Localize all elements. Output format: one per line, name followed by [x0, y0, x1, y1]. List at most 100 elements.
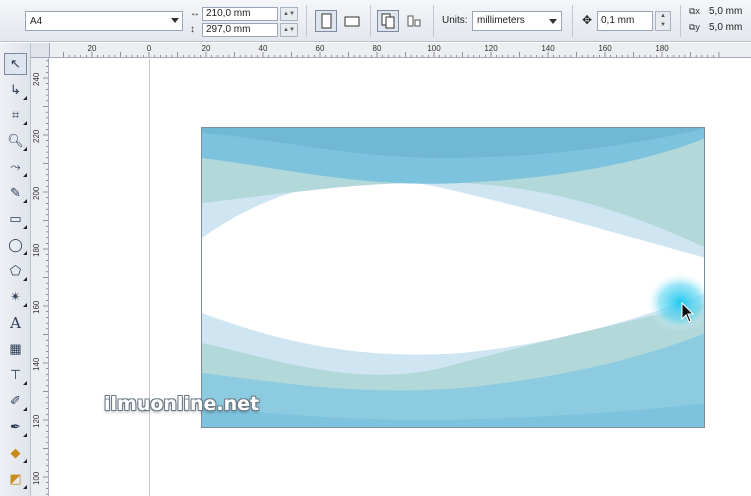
rectangle-tool-button[interactable]: ▭ — [4, 208, 27, 230]
crop-tool-button[interactable]: ⌗ — [4, 104, 27, 126]
current-page-button[interactable] — [403, 10, 425, 32]
ruler-label: 100 — [32, 471, 41, 485]
ruler-label: 240 — [32, 72, 41, 86]
flyout-arrow — [23, 459, 27, 463]
polygon-tool-button[interactable]: ⬠ — [4, 260, 27, 282]
separator — [433, 5, 434, 37]
nudge-distance-input[interactable]: 0,1 mm — [597, 11, 653, 31]
freehand-tool-button[interactable]: ⤳ — [4, 156, 27, 178]
ruler-label: 140 — [541, 44, 555, 53]
smart-fill-tool-button[interactable]: ✎ — [4, 182, 27, 204]
ellipse-tool-button[interactable]: ◯ — [4, 234, 27, 256]
all-pages-icon — [381, 13, 395, 29]
freehand-icon: ⤳ — [10, 159, 21, 174]
ruler-label: 100 — [427, 44, 441, 53]
page-border — [149, 59, 150, 496]
current-page-icon — [407, 15, 421, 27]
vertical-ruler[interactable]: 240 220 200 180 160 140 120 100 — [31, 58, 49, 496]
shape-tool-button[interactable]: ↳ — [4, 79, 27, 101]
all-pages-button[interactable] — [377, 10, 399, 32]
duplicate-y-icon: ⧉y — [689, 22, 700, 32]
separator — [370, 5, 371, 37]
units-select[interactable]: millimeters — [472, 11, 562, 31]
eyedropper-tool-button[interactable]: ✐ — [4, 390, 27, 412]
ruler-label: 20 — [201, 44, 211, 53]
flyout-arrow — [23, 199, 27, 203]
height-spinner[interactable]: ▲▼ — [280, 22, 298, 37]
duplicate-y-row: ⧉y 5,0 mm — [689, 22, 742, 33]
ruler-label: 120 — [484, 44, 498, 53]
flyout-arrow — [23, 485, 27, 489]
ruler-label: 160 — [598, 44, 612, 53]
ruler-label: 180 — [32, 243, 41, 257]
flyout-arrow — [23, 277, 27, 281]
interactive-fill-icon: ◩ — [9, 471, 22, 486]
dimension-icon: ⊤ — [9, 367, 22, 382]
watermark-text: ilmuonline.net — [104, 393, 260, 415]
flyout-arrow — [23, 147, 27, 151]
landscape-button[interactable] — [341, 10, 363, 32]
units-value: millimeters — [477, 15, 525, 26]
page-height-input[interactable]: 297,0 mm — [202, 22, 278, 37]
ruler-origin[interactable] — [31, 43, 50, 58]
magnifier-icon: 🔍︎ — [7, 133, 24, 148]
business-card-design[interactable] — [201, 127, 705, 428]
interactive-fill-tool-button[interactable]: ◩ — [4, 468, 27, 490]
flyout-arrow — [23, 96, 27, 100]
pick-tool-button[interactable]: ↖ — [4, 53, 27, 75]
width-icon: ↔ — [190, 8, 200, 19]
ruler-label: 40 — [258, 44, 268, 53]
ruler-label: 200 — [32, 186, 41, 200]
toolbox: ↖ ↳ ⌗ 🔍︎ ⤳ ✎ ▭ ◯ ⬠ ✴ A ▦ ⊤ ✐ ✒ ◆ ◩ — [0, 43, 31, 496]
chevron-down-icon — [549, 19, 557, 24]
text-tool-button[interactable]: A — [4, 312, 27, 334]
ruler-label: 220 — [32, 129, 41, 143]
table-icon: ▦ — [9, 341, 22, 356]
ruler-label: 80 — [372, 44, 382, 53]
portrait-icon — [321, 13, 332, 29]
shape-icon: ↳ — [10, 82, 21, 97]
basic-shapes-icon: ✴ — [10, 289, 21, 304]
smart-fill-icon: ✎ — [10, 185, 21, 200]
portrait-button[interactable] — [315, 10, 337, 32]
pen-nib-icon: ✒ — [10, 419, 21, 434]
ruler-label: 0 — [146, 44, 152, 53]
ruler-label: 180 — [655, 44, 669, 53]
page-width-input[interactable]: 210,0 mm — [202, 6, 278, 21]
units-label: Units: — [442, 15, 468, 26]
dimension-tool-button[interactable]: ⊤ — [4, 364, 27, 386]
nudge-spinner[interactable]: ▲ ▼ — [655, 11, 671, 31]
outline-tool-button[interactable]: ✒ — [4, 416, 27, 438]
flyout-arrow — [23, 407, 27, 411]
table-tool-button[interactable]: ▦ — [4, 338, 27, 360]
text-icon: A — [10, 314, 21, 332]
duplicate-y-input[interactable]: 5,0 mm — [709, 22, 742, 33]
polygon-icon: ⬠ — [9, 263, 22, 278]
paper-size-value: A4 — [30, 15, 43, 27]
ruler-label: 160 — [32, 300, 41, 314]
basic-shapes-tool-button[interactable]: ✴ — [4, 286, 27, 308]
height-icon: ↕ — [190, 24, 195, 35]
horizontal-ruler-ticks — [63, 52, 720, 57]
flyout-arrow — [23, 121, 27, 125]
flyout-arrow — [23, 225, 27, 229]
paper-size-select[interactable]: A4 — [25, 11, 183, 31]
pointer-icon: ↖ — [10, 56, 21, 71]
flyout-arrow — [23, 251, 27, 255]
paint-bucket-icon: ◆ — [10, 445, 21, 460]
ruler-label: 20 — [87, 44, 97, 53]
eyedropper-icon: ✐ — [10, 393, 21, 408]
ellipse-icon: ◯ — [8, 237, 23, 252]
mouse-cursor-icon — [681, 302, 695, 323]
width-spinner[interactable]: ▲▼ — [280, 6, 298, 21]
duplicate-x-icon: ⧉x — [689, 6, 700, 16]
crop-icon: ⌗ — [11, 107, 20, 122]
fill-tool-button[interactable]: ◆ — [4, 442, 27, 464]
flyout-arrow — [23, 381, 27, 385]
zoom-tool-button[interactable]: 🔍︎ — [4, 130, 27, 152]
flyout-arrow — [23, 173, 27, 177]
separator — [572, 5, 573, 37]
duplicate-x-input[interactable]: 5,0 mm — [709, 6, 742, 17]
flyout-arrow — [23, 433, 27, 437]
horizontal-ruler[interactable]: 20 0 20 40 60 80 100 120 140 160 180 — [50, 43, 751, 58]
